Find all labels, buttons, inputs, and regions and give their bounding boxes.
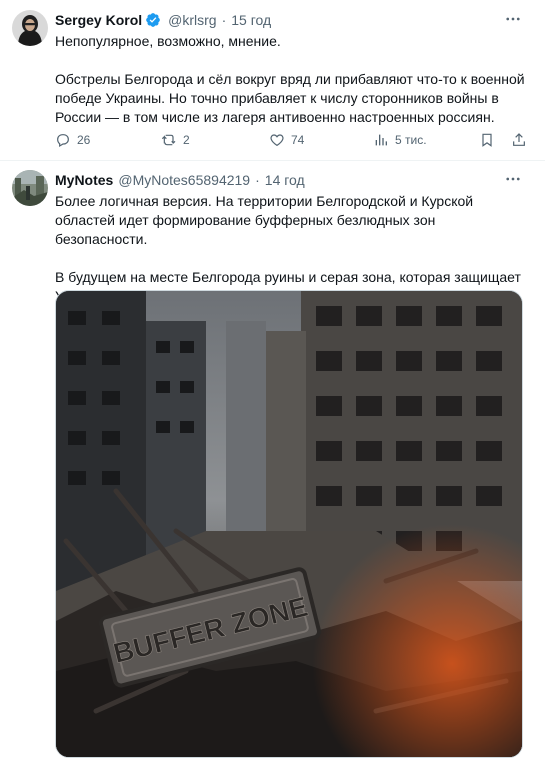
tweet-header: MyNotes @MyNotes65894219 · 14 год bbox=[55, 170, 305, 190]
tweet-header: Sergey Korol @krlsrg · 15 год bbox=[55, 10, 271, 30]
author-name[interactable]: Sergey Korol bbox=[55, 12, 142, 28]
like-button[interactable]: 74 bbox=[269, 130, 304, 150]
bookmark-button[interactable] bbox=[479, 130, 501, 150]
avatar[interactable] bbox=[12, 170, 48, 206]
views-button[interactable]: 5 тис. bbox=[373, 130, 427, 150]
more-icon[interactable] bbox=[503, 170, 523, 190]
avatar[interactable] bbox=[12, 10, 48, 46]
repost-button[interactable]: 2 bbox=[161, 130, 190, 150]
verified-badge-icon bbox=[145, 12, 161, 28]
tweet-actions: 26 2 74 5 тис. bbox=[55, 130, 525, 150]
like-icon bbox=[270, 134, 284, 147]
author-name[interactable]: MyNotes bbox=[55, 172, 113, 188]
repost-count: 2 bbox=[183, 133, 190, 147]
share-button[interactable] bbox=[511, 130, 533, 150]
views-icon bbox=[375, 134, 387, 146]
author-handle[interactable]: @MyNotes65894219 bbox=[118, 172, 250, 188]
share-icon bbox=[513, 133, 525, 146]
like-count: 74 bbox=[291, 133, 305, 147]
author-handle[interactable]: @krlsrg bbox=[168, 12, 216, 28]
bookmark-icon bbox=[482, 133, 492, 147]
reply-button[interactable]: 26 bbox=[55, 130, 90, 150]
tweet-text: Более логичная версия. На территории Бел… bbox=[55, 192, 525, 306]
tweet-sergey-korol[interactable]: Sergey Korol @krlsrg · 15 год Непопулярн… bbox=[0, 0, 545, 162]
tweet-text-paragraph2: Обстрелы Белгорода и сёл вокруг вряд ли … bbox=[55, 71, 525, 125]
reply-count: 26 bbox=[77, 133, 91, 147]
tweet-image[interactable]: BUFFER ZONE bbox=[55, 290, 523, 758]
tweet-text-line1: Непопулярное, возможно, мнение. bbox=[55, 33, 281, 49]
tweet-text-paragraph1: Более логичная версия. На территории Бел… bbox=[55, 193, 474, 247]
reply-icon bbox=[57, 134, 69, 148]
timestamp[interactable]: 15 год bbox=[231, 12, 271, 28]
views-count: 5 тис. bbox=[395, 133, 427, 147]
separator-dot: · bbox=[221, 12, 227, 28]
tweet-divider bbox=[0, 160, 545, 161]
separator-dot: · bbox=[255, 172, 260, 188]
repost-icon bbox=[161, 134, 176, 146]
timestamp[interactable]: 14 год bbox=[265, 172, 305, 188]
more-icon[interactable] bbox=[503, 10, 523, 30]
tweet-text: Непопулярное, возможно, мнение. Обстрелы… bbox=[55, 32, 525, 127]
